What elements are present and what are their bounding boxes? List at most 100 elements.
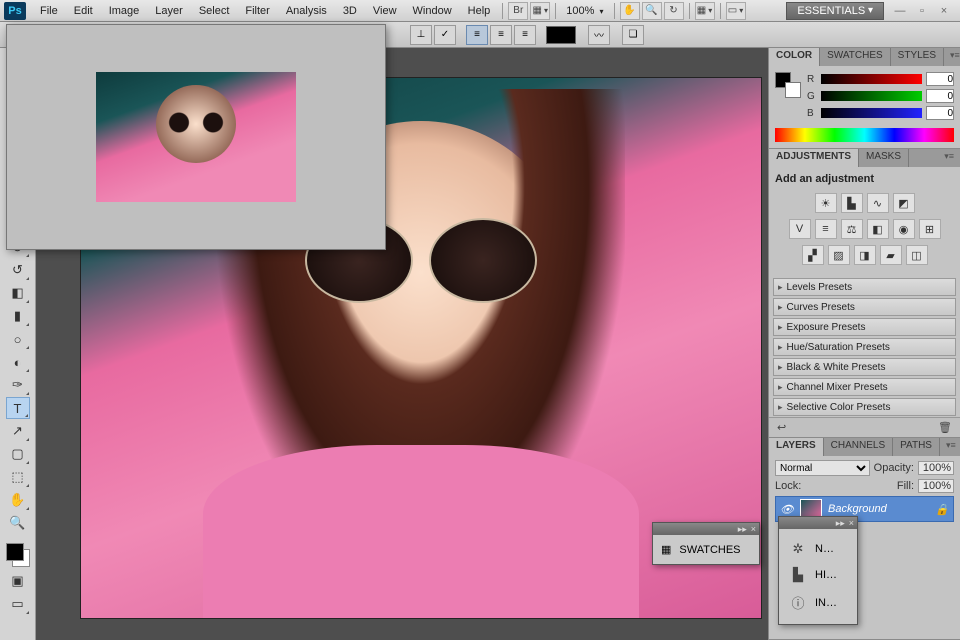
trash-icon[interactable]: 🗑	[938, 421, 952, 434]
color-bal-icon[interactable]: ⚖	[841, 219, 863, 239]
vibrance-icon[interactable]: V	[789, 219, 811, 239]
eraser-tool[interactable]: ◧	[6, 282, 30, 304]
rotate-view-icon[interactable]: ↻	[664, 2, 684, 20]
align-right-button[interactable]: ≡	[514, 25, 536, 45]
close-icon[interactable]: ×	[751, 524, 756, 534]
hue-sat-icon[interactable]: ≡	[815, 219, 837, 239]
selective-color-icon[interactable]: ◫	[906, 245, 928, 265]
preset-exposure[interactable]: Exposure Presets	[773, 318, 956, 336]
check-icon[interactable]: ✓	[434, 25, 456, 45]
blur-tool[interactable]: ○	[6, 328, 30, 350]
floating-flyout-panel[interactable]: ▸▸ × ✲N… ▙HI… ⓘIN…	[778, 516, 858, 625]
preset-curves[interactable]: Curves Presets	[773, 298, 956, 316]
tab-channels[interactable]: CHANNELS	[824, 438, 893, 456]
curves-icon[interactable]: ∿	[867, 193, 889, 213]
gradient-tool[interactable]: ▮	[6, 305, 30, 327]
g-input[interactable]	[926, 89, 954, 103]
3d-tool[interactable]: ⬚	[6, 466, 30, 488]
screenmode-toggle[interactable]: ▭	[6, 593, 30, 615]
flyout-item-histogram[interactable]: ▙HI…	[787, 563, 849, 587]
navigator-thumbnail[interactable]	[96, 72, 296, 202]
tab-masks[interactable]: MASKS	[859, 149, 909, 167]
arrange-icon[interactable]: ▦▾	[695, 2, 715, 20]
minibridge-icon[interactable]: ▦▾	[530, 2, 550, 20]
flyout-item-navigator[interactable]: ✲N…	[787, 537, 849, 561]
tab-layers[interactable]: LAYERS	[769, 438, 824, 456]
panel-menu-icon[interactable]: ▾≡	[944, 48, 960, 66]
opacity-value[interactable]: 100%	[918, 461, 954, 475]
type-tool[interactable]: T	[6, 397, 30, 419]
preset-levels[interactable]: Levels Presets	[773, 278, 956, 296]
tab-adjustments[interactable]: ADJUSTMENTS	[769, 149, 859, 167]
levels-icon[interactable]: ▙	[841, 193, 863, 213]
blend-mode-select[interactable]: Normal	[775, 460, 870, 476]
menu-select[interactable]: Select	[191, 2, 238, 20]
invert-icon[interactable]: ▞	[802, 245, 824, 265]
b-input[interactable]	[926, 106, 954, 120]
collapse-icon[interactable]: ▸▸	[738, 524, 747, 535]
tab-color[interactable]: COLOR	[769, 48, 820, 66]
fill-value[interactable]: 100%	[918, 479, 954, 493]
history-brush-tool[interactable]: ↺	[6, 259, 30, 281]
align-center-button[interactable]: ≡	[490, 25, 512, 45]
align-left-button[interactable]: ≡	[466, 25, 488, 45]
panel-menu-icon[interactable]: ▾≡	[940, 438, 960, 456]
bridge-icon[interactable]: Br	[508, 2, 528, 20]
hand-tool-icon[interactable]: ✋	[620, 2, 640, 20]
minimize-button[interactable]: —	[892, 5, 908, 17]
shape-tool[interactable]: ▢	[6, 443, 30, 465]
char-panel-button[interactable]: ❏	[622, 25, 644, 45]
workspace-switcher[interactable]: ESSENTIALS ▾	[786, 2, 884, 20]
floating-swatches-panel[interactable]: ▸▸× ▦SWATCHES	[652, 522, 760, 565]
preset-bw[interactable]: Black & White Presets	[773, 358, 956, 376]
menu-view[interactable]: View	[365, 2, 405, 20]
fg-bg-swatch[interactable]	[775, 72, 801, 98]
orientation-toggle[interactable]: ⊥	[410, 25, 432, 45]
zoom-tool[interactable]: 🔍	[6, 512, 30, 534]
path-tool[interactable]: ↗	[6, 420, 30, 442]
preset-huesat[interactable]: Hue/Saturation Presets	[773, 338, 956, 356]
threshold-icon[interactable]: ◨	[854, 245, 876, 265]
collapse-icon[interactable]: ▸▸	[836, 518, 845, 529]
text-color-well[interactable]	[546, 26, 576, 44]
zoom-level[interactable]: 100% ▾	[560, 5, 609, 17]
tab-paths[interactable]: PATHS	[893, 438, 940, 456]
hand-tool[interactable]: ✋	[6, 489, 30, 511]
menu-file[interactable]: File	[32, 2, 66, 20]
spectrum-ramp[interactable]	[775, 128, 954, 142]
warp-text-button[interactable]: 〰	[588, 25, 610, 45]
menu-edit[interactable]: Edit	[66, 2, 101, 20]
menu-image[interactable]: Image	[101, 2, 148, 20]
menu-layer[interactable]: Layer	[147, 2, 191, 20]
brightness-icon[interactable]: ☀	[815, 193, 837, 213]
menu-3d[interactable]: 3D	[335, 2, 365, 20]
r-slider[interactable]	[821, 74, 922, 84]
g-slider[interactable]	[821, 91, 922, 101]
exposure-icon[interactable]: ◩	[893, 193, 915, 213]
menu-window[interactable]: Window	[405, 2, 460, 20]
panel-menu-icon[interactable]: ▾≡	[938, 149, 960, 167]
b-slider[interactable]	[821, 108, 922, 118]
quickmask-toggle[interactable]: ▣	[6, 570, 30, 592]
flyout-item-info[interactable]: ⓘIN…	[787, 589, 849, 616]
channel-mixer-icon[interactable]: ⊞	[919, 219, 941, 239]
screen-mode-icon[interactable]: ▭▾	[726, 2, 746, 20]
close-button[interactable]: ×	[936, 5, 952, 17]
pen-tool[interactable]: ✑	[6, 374, 30, 396]
tab-styles[interactable]: STYLES	[891, 48, 944, 66]
bw-icon[interactable]: ◧	[867, 219, 889, 239]
maximize-button[interactable]: ▫	[914, 5, 930, 17]
tab-swatches[interactable]: SWATCHES	[820, 48, 891, 66]
menu-analysis[interactable]: Analysis	[278, 2, 335, 20]
photo-filter-icon[interactable]: ◉	[893, 219, 915, 239]
r-input[interactable]	[926, 72, 954, 86]
swatches-grid-icon[interactable]: ▦	[661, 543, 671, 556]
close-icon[interactable]: ×	[849, 518, 854, 528]
zoom-tool-icon[interactable]: 🔍	[642, 2, 662, 20]
color-swatch[interactable]	[4, 541, 32, 569]
dodge-tool[interactable]: ◐	[6, 351, 30, 373]
gradient-map-icon[interactable]: ▰	[880, 245, 902, 265]
menu-filter[interactable]: Filter	[237, 2, 277, 20]
menu-help[interactable]: Help	[460, 2, 499, 20]
posterize-icon[interactable]: ▨	[828, 245, 850, 265]
